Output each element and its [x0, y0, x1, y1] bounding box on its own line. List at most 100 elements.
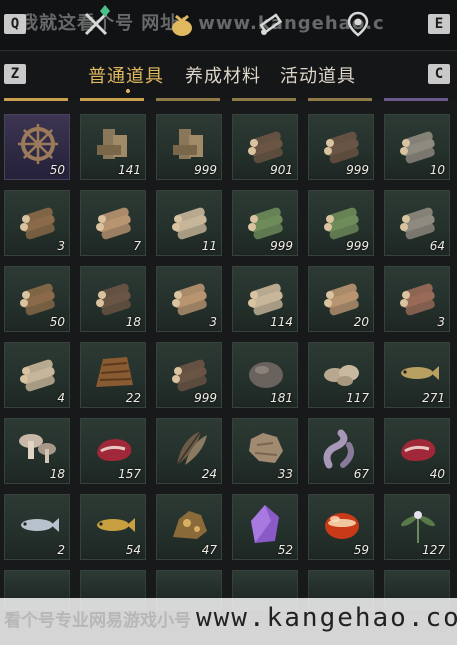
item-count: 117: [346, 391, 369, 405]
inventory-grid: 50 141 999 901 999 10 3 7 11 999 999 64 50 18 3 114 20 3 4…: [0, 110, 457, 610]
tab-cultivation-materials[interactable]: 养成材料: [185, 62, 261, 88]
inventory-slot[interactable]: 3: [156, 266, 222, 332]
tab-event-items[interactable]: 活动道具: [280, 62, 356, 88]
item-count: 59: [353, 543, 369, 557]
inventory-slot[interactable]: 3: [4, 190, 70, 256]
fish-gold-icon: [97, 518, 135, 532]
tab-common-items[interactable]: 普通道具: [88, 62, 164, 88]
log-pile-red-icon: [400, 283, 435, 316]
ship-wheel-icon: [18, 124, 58, 164]
inventory-slot[interactable]: 999: [308, 114, 374, 180]
log-pile-light-icon: [172, 283, 207, 316]
item-count: 999: [194, 391, 217, 405]
inventory-slot[interactable]: 18: [4, 418, 70, 484]
inventory-slot[interactable]: 999: [156, 114, 222, 180]
inventory-slot[interactable]: 10: [384, 114, 450, 180]
hide-icon: [249, 433, 283, 463]
inventory-slot[interactable]: 11: [156, 190, 222, 256]
inventory-slot[interactable]: 7: [80, 190, 146, 256]
item-count: 18: [125, 315, 141, 329]
item-count: 901: [270, 163, 293, 177]
inventory-slot[interactable]: 18: [80, 266, 146, 332]
inventory-slot[interactable]: 127: [384, 494, 450, 560]
feather-icon: [176, 430, 207, 466]
item-count: 22: [125, 391, 141, 405]
item-count: 47: [201, 543, 217, 557]
item-count: 33: [277, 467, 293, 481]
tentacle-icon: [323, 429, 354, 469]
log-pile-light-icon: [96, 207, 131, 240]
inventory-slot[interactable]: 33: [232, 418, 298, 484]
scroll-icon[interactable]: [256, 10, 284, 38]
inventory-slot[interactable]: 67: [308, 418, 374, 484]
bark-icon: [96, 357, 133, 387]
item-count: 64: [429, 239, 445, 253]
log-pile-green-icon: [248, 207, 283, 240]
inventory-slot[interactable]: 64: [384, 190, 450, 256]
inventory-slot[interactable]: 50: [4, 266, 70, 332]
log-pile-dark-icon: [172, 359, 207, 392]
inventory-slot[interactable]: 22: [80, 342, 146, 408]
inventory-slot[interactable]: 2: [4, 494, 70, 560]
inventory-slot[interactable]: 117: [308, 342, 374, 408]
item-count: 24: [201, 467, 217, 481]
item-count: 10: [429, 163, 445, 177]
inventory-slot[interactable]: 50: [4, 114, 70, 180]
inventory-slot[interactable]: 47: [156, 494, 222, 560]
map-marker-icon[interactable]: [344, 10, 372, 38]
item-count: 3: [57, 239, 65, 253]
prev-tab-key[interactable]: Z: [4, 64, 26, 84]
item-count: 999: [346, 239, 369, 253]
wood-block-icon: [173, 129, 203, 159]
inventory-tab-bar: Z 普通道具 养成材料 活动道具 C: [0, 52, 457, 100]
bottom-watermark-text: 看个号专业网易游戏小号: [4, 611, 191, 631]
item-count: 157: [118, 467, 141, 481]
log-pile-pale-icon: [248, 283, 283, 316]
inventory-slot[interactable]: 999: [156, 342, 222, 408]
inventory-slot[interactable]: 114: [232, 266, 298, 332]
item-count: 271: [422, 391, 445, 405]
top-bar: Q 我就这看个号 网址：www.kangehao.c E: [0, 0, 457, 51]
inventory-slot[interactable]: 901: [232, 114, 298, 180]
inventory-slot[interactable]: 40: [384, 418, 450, 484]
inventory-slot[interactable]: 24: [156, 418, 222, 484]
next-category-key[interactable]: E: [428, 14, 450, 34]
amber-icon: [325, 513, 359, 539]
item-count: 181: [270, 391, 293, 405]
item-count: 2: [57, 543, 65, 557]
log-pile-light-icon: [324, 283, 359, 316]
inventory-slot[interactable]: 3: [384, 266, 450, 332]
item-count: 999: [270, 239, 293, 253]
inventory-slot[interactable]: 999: [232, 190, 298, 256]
inventory-slot[interactable]: 59: [308, 494, 374, 560]
inventory-slot[interactable]: 54: [80, 494, 146, 560]
meat-icon: [401, 439, 436, 461]
item-count: 50: [49, 163, 65, 177]
next-tab-key[interactable]: C: [428, 64, 450, 84]
log-pile-gray-icon: [400, 207, 435, 240]
item-count: 20: [353, 315, 369, 329]
inventory-slot[interactable]: 181: [232, 342, 298, 408]
inventory-slot[interactable]: 141: [80, 114, 146, 180]
inventory-slot[interactable]: 20: [308, 266, 374, 332]
gem-indicator-icon: [100, 5, 110, 17]
ore-icon: [173, 511, 207, 539]
log-bundle-dark-icon: [324, 131, 359, 164]
money-bag-icon[interactable]: [168, 10, 196, 38]
log-bundle-gray-icon: [400, 131, 435, 164]
inventory-slot[interactable]: 157: [80, 418, 146, 484]
item-count: 11: [201, 239, 217, 253]
inventory-slot[interactable]: 271: [384, 342, 450, 408]
stone-icon: [249, 362, 283, 388]
log-pile-brown-icon: [20, 207, 55, 240]
inventory-slot[interactable]: 999: [308, 190, 374, 256]
log-pile-green-icon: [324, 207, 359, 240]
item-count: 18: [49, 467, 65, 481]
inventory-slot[interactable]: 4: [4, 342, 70, 408]
log-pile-pale-icon: [172, 207, 207, 240]
log-pile-pale-icon: [20, 359, 55, 392]
bottom-watermark-url: www.kangehao.co: [196, 603, 457, 633]
inventory-slot[interactable]: 52: [232, 494, 298, 560]
fish-silver-icon: [21, 518, 59, 532]
fish-yellow-icon: [401, 366, 439, 380]
